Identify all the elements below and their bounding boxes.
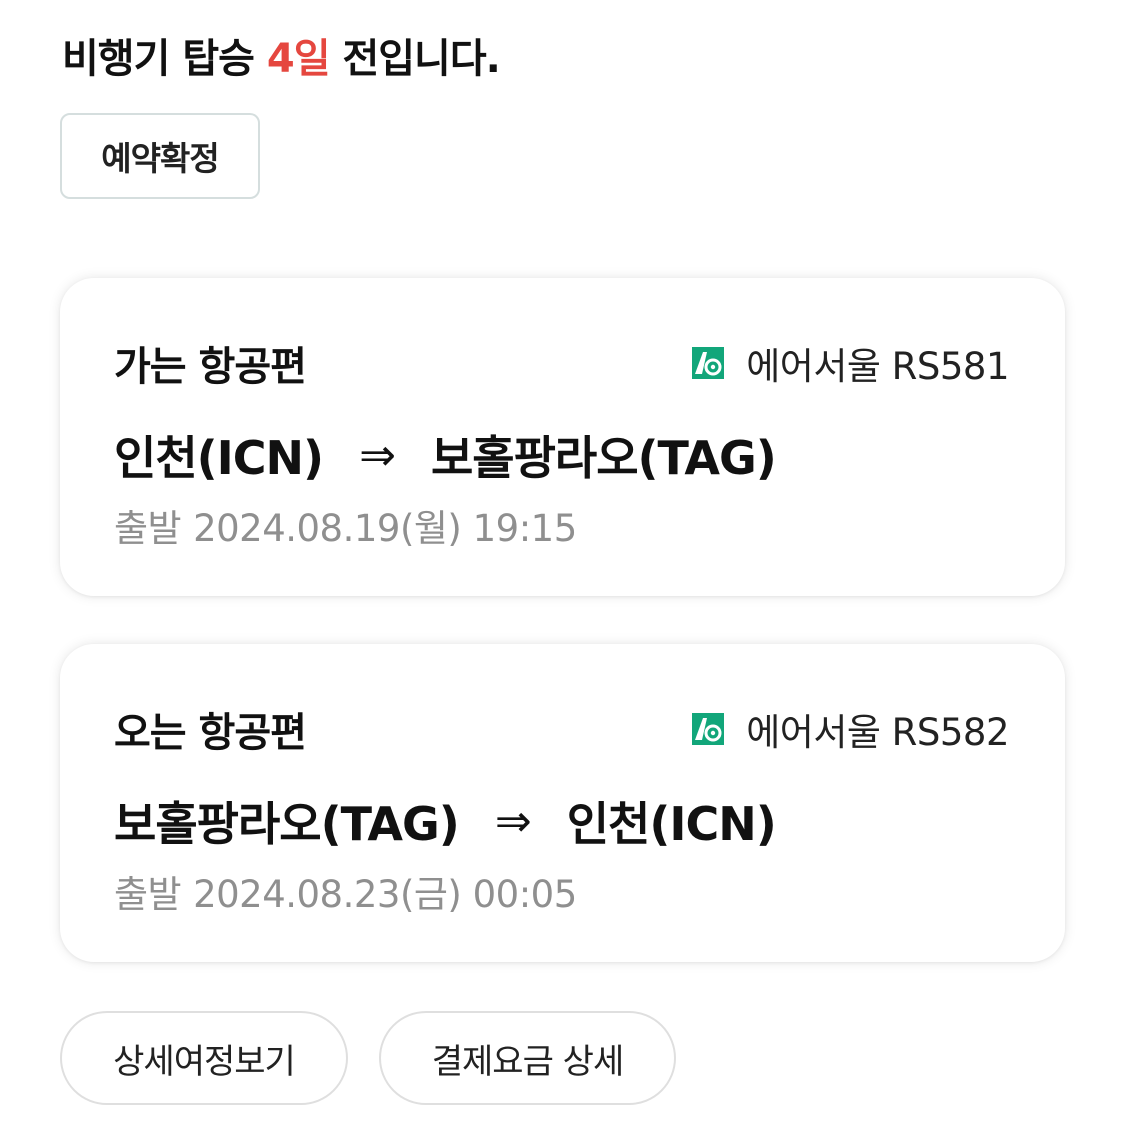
airseoul-logo-icon <box>692 713 725 745</box>
outbound-departure-label: 출발 <box>114 507 182 550</box>
outbound-airline: 에어서울 RS581 <box>692 336 1009 390</box>
reservation-status-badge: 예약확정 <box>60 113 260 199</box>
outbound-origin: 인천(ICN) <box>114 431 324 485</box>
outbound-flight-card: 가는 항공편 에어서울 RS581 인천(ICN) ⇒ 보홀팡라오(TAG) 출… <box>60 278 1065 596</box>
inbound-airline-flight: 에어서울 RS582 <box>746 711 1009 754</box>
view-itinerary-button[interactable]: 상세여정보기 <box>60 1011 348 1105</box>
countdown-days: 4일 <box>266 36 331 82</box>
countdown-suffix: 전입니다. <box>342 36 500 82</box>
inbound-departure: 출발 2024.08.23(금) 00:05 <box>114 864 577 918</box>
inbound-flight-title: 오는 항공편 <box>114 710 307 756</box>
airseoul-logo-icon <box>692 347 725 379</box>
inbound-flight-card: 오는 항공편 에어서울 RS582 보홀팡라오(TAG) ⇒ 인천(ICN) 출… <box>60 644 1065 962</box>
outbound-airline-flight: 에어서울 RS581 <box>746 345 1009 388</box>
payment-details-button[interactable]: 결제요금 상세 <box>379 1011 676 1105</box>
boarding-countdown: 비행기 탑승 4일 전입니다. <box>62 26 501 84</box>
inbound-route: 보홀팡라오(TAG) ⇒ 인천(ICN) <box>114 788 777 854</box>
outbound-departure: 출발 2024.08.19(월) 19:15 <box>114 498 577 552</box>
inbound-destination: 인천(ICN) <box>566 797 777 851</box>
inbound-departure-label: 출발 <box>114 873 182 916</box>
route-arrow-icon: ⇒ <box>494 795 532 847</box>
route-arrow-icon: ⇒ <box>359 429 396 481</box>
outbound-flight-title: 가는 항공편 <box>114 344 307 390</box>
outbound-route: 인천(ICN) ⇒ 보홀팡라오(TAG) <box>114 422 777 488</box>
inbound-airline: 에어서울 RS582 <box>692 702 1009 756</box>
countdown-prefix: 비행기 탑승 <box>62 36 255 82</box>
outbound-departure-datetime: 2024.08.19(월) 19:15 <box>193 507 577 550</box>
inbound-departure-datetime: 2024.08.23(금) 00:05 <box>193 873 577 916</box>
inbound-origin: 보홀팡라오(TAG) <box>114 797 460 851</box>
outbound-destination: 보홀팡라오(TAG) <box>430 431 777 485</box>
